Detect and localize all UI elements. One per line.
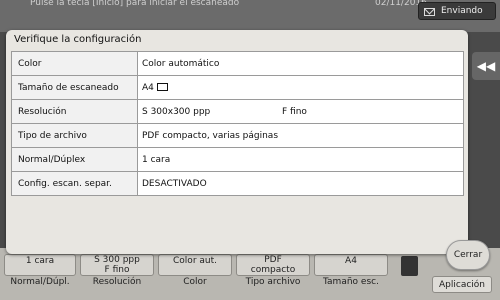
status-message: Pulse la tecla [Inicio] para iniciar el … bbox=[30, 0, 240, 8]
dialog-title: Verifique la configuración bbox=[14, 34, 142, 45]
row-label: Config. escan. separ. bbox=[12, 172, 138, 195]
paper-orientation-icon bbox=[156, 82, 168, 91]
top-status-bar: Pulse la tecla [Inicio] para iniciar el … bbox=[0, 0, 500, 32]
row-value: S 300x300 ppp bbox=[142, 107, 211, 117]
tile-duplex-value: 1 cara bbox=[25, 256, 55, 266]
tile-color-value: Color aut. bbox=[173, 256, 217, 266]
table-row: Normal/Dúplex 1 cara bbox=[12, 148, 463, 172]
small-dark-button[interactable] bbox=[401, 256, 418, 276]
tile-scan-size-caption: Tamaño esc. bbox=[323, 277, 379, 287]
row-value: 1 cara bbox=[138, 148, 463, 171]
tile-duplex[interactable]: 1 cara bbox=[4, 254, 76, 276]
sending-label: Enviando bbox=[441, 6, 483, 16]
row-value: Color automático bbox=[138, 52, 463, 75]
tile-scan-size[interactable]: A4 bbox=[314, 254, 388, 276]
settings-table: Color Color automático Tamaño de escanea… bbox=[11, 51, 464, 196]
row-value: A4 bbox=[142, 83, 154, 93]
row-label: Color bbox=[12, 52, 138, 75]
row-value: DESACTIVADO bbox=[138, 172, 463, 195]
row-value: PDF compacto, varias páginas bbox=[138, 124, 463, 147]
tile-color[interactable]: Color aut. bbox=[158, 254, 232, 276]
table-row: Config. escan. separ. DESACTIVADO bbox=[12, 172, 463, 195]
row-value-container: S 300x300 ppp F fino bbox=[138, 100, 463, 123]
tile-color-caption: Color bbox=[183, 277, 207, 287]
row-label: Resolución bbox=[12, 100, 138, 123]
row-value-container: A4 bbox=[138, 76, 463, 99]
row-label: Tipo de archivo bbox=[12, 124, 138, 147]
tile-resolution[interactable]: S 300 ppp F fino bbox=[80, 254, 154, 276]
close-button[interactable]: Cerrar bbox=[446, 240, 490, 270]
table-row: Tipo de archivo PDF compacto, varias pág… bbox=[12, 124, 463, 148]
tile-file-type-caption: Tipo archivo bbox=[245, 277, 301, 287]
tile-duplex-caption: Normal/Dúpl. bbox=[10, 277, 70, 287]
tile-resolution-caption: Resolución bbox=[92, 277, 142, 287]
row-extra-value: F fino bbox=[282, 107, 307, 117]
sending-button[interactable]: Enviando bbox=[418, 2, 496, 20]
confirm-settings-dialog: Verifique la configuración Color Color a… bbox=[6, 30, 468, 254]
table-row: Resolución S 300x300 ppp F fino bbox=[12, 100, 463, 124]
rewind-icon[interactable]: ◀◀ bbox=[472, 52, 500, 80]
table-row: Color Color automático bbox=[12, 52, 463, 76]
tile-file-type[interactable]: PDF compacto bbox=[236, 254, 310, 276]
tile-scan-size-value: A4 bbox=[345, 256, 357, 266]
table-row: Tamaño de escaneado A4 bbox=[12, 76, 463, 100]
tile-resolution-value: S 300 ppp F fino bbox=[94, 255, 140, 275]
mail-icon bbox=[424, 8, 435, 16]
application-button[interactable]: Aplicación bbox=[432, 276, 492, 293]
tile-file-type-value: PDF compacto bbox=[250, 255, 296, 275]
row-label: Normal/Dúplex bbox=[12, 148, 138, 171]
row-label: Tamaño de escaneado bbox=[12, 76, 138, 99]
